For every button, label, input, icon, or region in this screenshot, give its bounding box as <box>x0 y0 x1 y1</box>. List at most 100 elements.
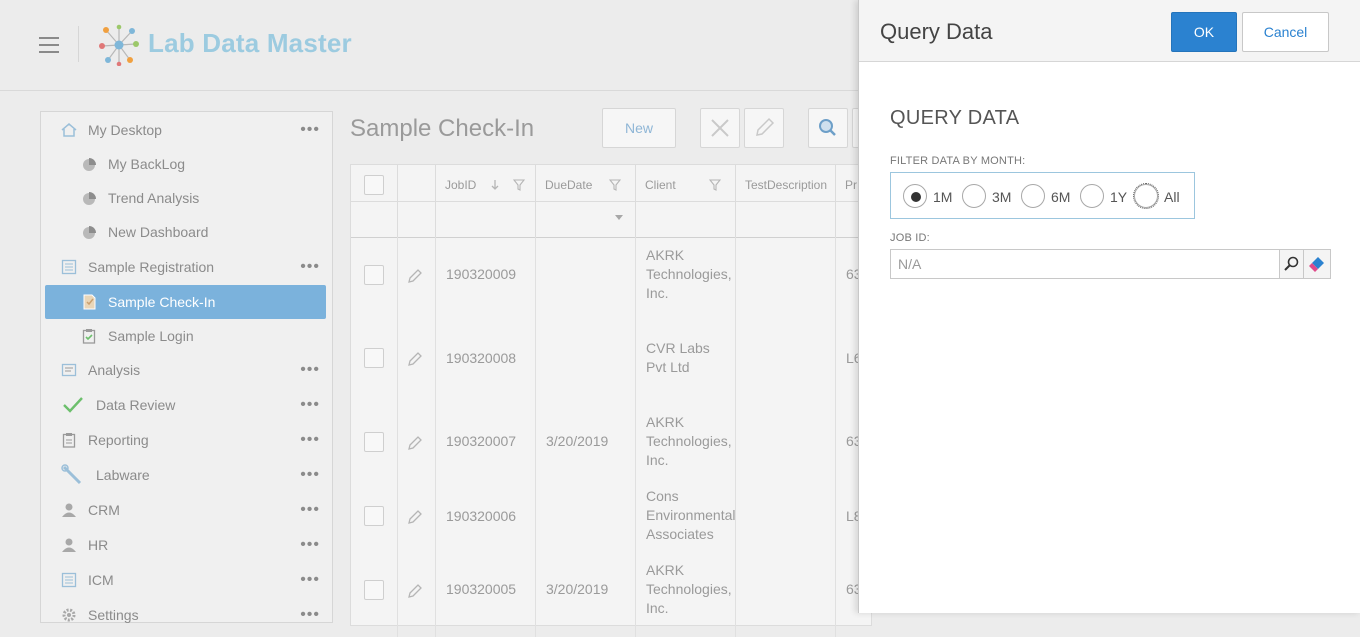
sidebar-item-label: Analysis <box>88 362 141 378</box>
job-id-input[interactable] <box>890 249 1279 279</box>
sidebar-item-label: Sample Registration <box>88 259 215 275</box>
sidebar-item-my-desktop[interactable]: My Desktop ••• <box>41 113 332 147</box>
more-options-icon[interactable]: ••• <box>300 571 320 589</box>
filter-icon[interactable] <box>513 179 525 191</box>
close-icon <box>711 119 729 137</box>
delete-button[interactable] <box>700 108 740 148</box>
job-id-label: JOB ID: <box>890 232 930 244</box>
check-in-icon <box>83 294 96 310</box>
sidebar-item-analysis[interactable]: Analysis ••• <box>41 353 332 387</box>
sort-down-icon[interactable] <box>489 179 501 191</box>
radio-all[interactable]: All <box>1133 183 1184 209</box>
radio-1y[interactable]: 1Y <box>1080 184 1128 208</box>
job-id-cell: 190320008 <box>446 350 517 366</box>
row-checkbox[interactable] <box>364 432 384 452</box>
sidebar-nav: My Desktop ••• My BackLog Trend Analysis… <box>40 111 333 623</box>
sidebar-item-label: Data Review <box>96 397 176 413</box>
more-options-icon[interactable]: ••• <box>300 536 320 554</box>
more-options-icon[interactable]: ••• <box>300 361 320 379</box>
more-options-icon[interactable]: ••• <box>300 466 320 484</box>
row-checkbox[interactable] <box>364 265 384 285</box>
more-options-icon[interactable]: ••• <box>300 121 320 139</box>
sidebar-item-sample-check-in[interactable]: Sample Check-In <box>45 285 326 319</box>
job-id-cell: 190320007 <box>446 433 517 449</box>
more-options-icon[interactable]: ••• <box>300 606 320 624</box>
chart-icon <box>83 226 96 239</box>
more-options-icon[interactable]: ••• <box>300 258 320 276</box>
filter-icon[interactable] <box>609 179 621 191</box>
ok-button[interactable]: OK <box>1171 12 1237 52</box>
radio-1m[interactable]: 1M <box>903 184 953 208</box>
more-options-icon[interactable]: ••• <box>300 501 320 519</box>
table-row[interactable]: 190320005 3/20/2019 AKRK Technologies, I… <box>351 555 871 625</box>
client-cell: AKRK Technologies, Inc. <box>646 414 732 468</box>
more-options-icon[interactable]: ••• <box>300 396 320 414</box>
filter-icon[interactable] <box>709 179 721 191</box>
sidebar-item-sample-login[interactable]: Sample Login <box>41 319 332 353</box>
sidebar-item-label: HR <box>88 537 109 553</box>
client-cell: CVR Labs Pvt Ltd <box>646 340 710 375</box>
sidebar-item-new-dashboard[interactable]: New Dashboard <box>41 215 332 249</box>
radio-circle <box>962 184 986 208</box>
radio-circle <box>1021 184 1045 208</box>
row-checkbox[interactable] <box>364 506 384 526</box>
edit-button[interactable] <box>744 108 784 148</box>
sidebar-item-trend-analysis[interactable]: Trend Analysis <box>41 181 332 215</box>
dropdown-arrow-icon[interactable] <box>615 215 623 221</box>
sidebar-item-reporting[interactable]: Reporting ••• <box>41 423 332 457</box>
sidebar-item-sample-registration[interactable]: Sample Registration ••• <box>41 250 332 284</box>
select-all-checkbox[interactable] <box>364 175 384 195</box>
radio-selected-dot <box>911 192 921 202</box>
row-checkbox[interactable] <box>364 348 384 368</box>
radio-3m[interactable]: 3M <box>962 184 1014 208</box>
header-divider <box>78 26 79 62</box>
sidebar-item-label: Labware <box>96 467 150 483</box>
job-id-search-button[interactable] <box>1279 249 1305 279</box>
sidebar-item-label: My BackLog <box>108 156 186 172</box>
sidebar-item-crm[interactable]: CRM ••• <box>41 493 332 527</box>
job-id-clear-button[interactable] <box>1303 249 1331 279</box>
table-row[interactable]: 190320007 3/20/2019 AKRK Technologies, I… <box>351 405 871 485</box>
pencil-icon[interactable] <box>407 268 423 284</box>
cancel-button[interactable]: Cancel <box>1242 12 1329 52</box>
client-cell: Cons Environmental Associates <box>646 488 736 542</box>
row-checkbox[interactable] <box>364 580 384 600</box>
hamburger-menu-icon[interactable] <box>39 37 59 53</box>
due-date-cell: 3/20/2019 <box>546 581 609 597</box>
pencil-icon[interactable] <box>407 583 423 599</box>
new-button[interactable]: New <box>602 108 676 148</box>
sidebar-item-settings[interactable]: Settings ••• <box>41 598 332 632</box>
pencil-icon <box>756 117 775 136</box>
app-title: Lab Data Master <box>148 28 352 58</box>
sidebar-item-labware[interactable]: Labware ••• <box>41 458 332 492</box>
month-filter-group: 1M 3M 6M 1Y All <box>890 172 1195 219</box>
job-id-cell: 190320005 <box>446 581 517 597</box>
radio-circle <box>1080 184 1104 208</box>
table-row[interactable]: 190320008 CVR Labs Pvt Ltd L6 <box>351 325 871 395</box>
radio-6m[interactable]: 6M <box>1021 184 1073 208</box>
person-icon <box>62 503 76 517</box>
checkmark-icon <box>63 397 83 413</box>
sample-grid: JobID DueDate Client TestDescription Pr … <box>350 164 872 637</box>
clipboard-check-icon <box>82 329 96 344</box>
pencil-icon[interactable] <box>407 435 423 451</box>
page-title: Sample Check-In <box>350 115 535 142</box>
table-row[interactable]: 190320006 Cons Environmental Associates … <box>351 481 871 553</box>
sidebar-item-icm[interactable]: ICM ••• <box>41 563 332 597</box>
more-options-icon[interactable]: ••• <box>300 431 320 449</box>
sidebar-item-label: Settings <box>88 607 139 623</box>
table-row[interactable]: 190320009 AKRK Technologies, Inc. 63 <box>351 238 871 318</box>
sidebar-item-label: Trend Analysis <box>108 190 200 206</box>
sidebar-item-label: Sample Check-In <box>108 294 216 310</box>
sidebar-item-hr[interactable]: HR ••• <box>41 528 332 562</box>
pencil-icon[interactable] <box>407 351 423 367</box>
pencil-icon[interactable] <box>407 509 423 525</box>
job-id-cell: 190320009 <box>446 266 517 282</box>
person-icon <box>62 538 76 552</box>
search-button[interactable] <box>808 108 848 148</box>
sidebar-item-my-backlog[interactable]: My BackLog <box>41 147 332 181</box>
sidebar-item-label: My Desktop <box>88 122 162 138</box>
sidebar-item-label: Reporting <box>88 432 149 448</box>
gear-icon <box>62 608 76 622</box>
sidebar-item-data-review[interactable]: Data Review ••• <box>41 388 332 422</box>
